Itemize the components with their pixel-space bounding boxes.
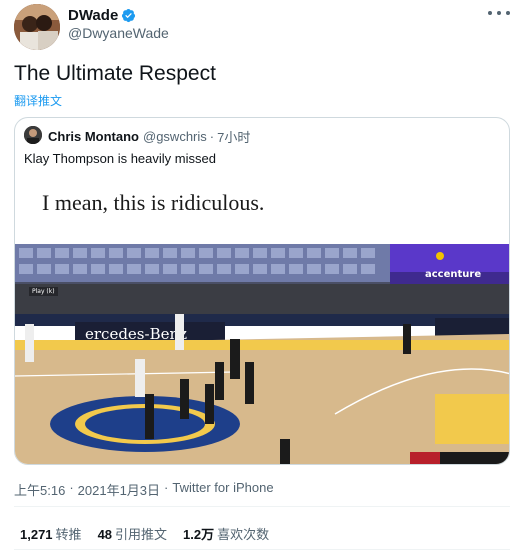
play-tooltip: Play (k) [29,287,58,296]
retweets-label: 转推 [55,527,82,542]
quoted-separator: · [209,129,215,144]
likes-stat[interactable]: 1.2万 喜欢次数 [183,524,269,543]
meta-separator: · [69,480,74,495]
tweet-stats: 1,271 转推 48 引用推文 1.2万 喜欢次数 [20,524,285,543]
tweet-text: The Ultimate Respect [14,62,216,85]
tweet-date[interactable]: 2021年1月3日 [78,480,160,499]
more-icon[interactable] [488,6,510,20]
likes-count: 1.2万 [183,527,215,542]
quoted-handle: @gswchris [143,129,207,144]
retweets-stat[interactable]: 1,271 转推 [20,524,82,543]
quoted-tweet-card[interactable]: Chris Montano @gswchris · 7小时 Klay Thomp… [14,117,510,465]
quoted-tweet-header: Chris Montano @gswchris · 7小时 [48,127,250,146]
divider-bottom [14,549,510,550]
quotes-stat[interactable]: 48 引用推文 [98,524,167,543]
author-display-name[interactable]: DWade [68,7,118,24]
translate-link[interactable]: 翻译推文 [14,92,62,109]
verified-badge-icon [122,8,136,23]
quoted-author-avatar [24,126,42,144]
author-avatar[interactable] [14,4,60,50]
tweet-detail: DWade @DwyaneWade The Ultimate Respect 翻… [0,0,524,552]
video-media[interactable]: accenture ercedes-Benz [15,244,509,464]
tweet-meta: 上午5:16 · 2021年1月3日 · Twitter for iPhone [14,480,274,499]
retweets-count: 1,271 [20,527,53,542]
quotes-label: 引用推文 [115,527,168,542]
divider [14,506,510,507]
tweet-time[interactable]: 上午5:16 [14,480,65,499]
tweet-source[interactable]: Twitter for iPhone [172,480,273,499]
quoted-tweet-text: Klay Thompson is heavily missed [24,151,216,166]
quoted-time: 7小时 [217,130,251,145]
quoted-display-name: Chris Montano [48,129,139,144]
author-name-row[interactable]: DWade [68,7,136,24]
likes-label: 喜欢次数 [217,527,270,542]
author-handle[interactable]: @DwyaneWade [68,25,169,41]
quotes-count: 48 [97,527,113,542]
svg-text:accenture: accenture [425,269,481,280]
meta-separator-2: · [164,480,169,495]
media-caption: I mean, this is ridiculous. [42,190,265,215]
